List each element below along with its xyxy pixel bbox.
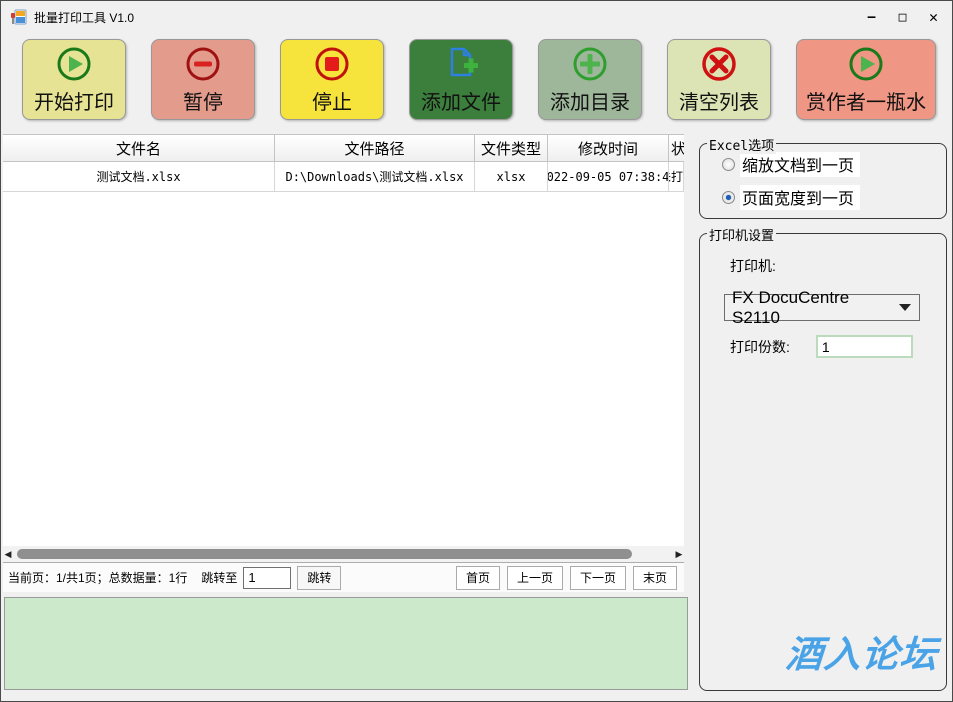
- radio-label: 页面宽度到一页: [740, 185, 860, 210]
- table-empty-area: [3, 192, 684, 546]
- toolbar: 开始打印 暂停 停止 添加文件: [1, 33, 952, 120]
- radio-fit-document[interactable]: 缩放文档到一页: [722, 152, 946, 177]
- jump-button[interactable]: 跳转: [297, 566, 341, 590]
- forum-watermark: 酒入论坛: [784, 624, 940, 678]
- radio-icon[interactable]: [722, 158, 735, 171]
- table-row[interactable]: 测试文档.xlsx D:\Downloads\测试文档.xlsx xlsx 20…: [3, 162, 684, 192]
- column-header-filetype[interactable]: 文件类型: [475, 135, 548, 161]
- file-table: 文件名 文件路径 文件类型 修改时间 状态 测试文档.xlsx D:\Downl…: [3, 134, 684, 592]
- first-page-button[interactable]: 首页: [456, 566, 500, 590]
- window-title: 批量打印工具 V1.0: [34, 9, 134, 26]
- toolbar-button-label: 开始打印: [34, 86, 114, 115]
- maximize-button[interactable]: □: [887, 1, 918, 33]
- radio-fit-width[interactable]: 页面宽度到一页: [722, 185, 946, 210]
- printer-settings-title: 打印机设置: [707, 225, 776, 244]
- copies-input[interactable]: [816, 335, 913, 358]
- toolbar-button-label: 添加文件: [421, 86, 501, 115]
- log-panel: [4, 597, 688, 690]
- circle-x-icon: [700, 45, 738, 83]
- stop-icon: [313, 45, 351, 83]
- close-button[interactable]: ✕: [918, 1, 949, 33]
- jump-page-input[interactable]: [243, 567, 291, 589]
- jump-to-label: 跳转至: [201, 569, 237, 586]
- column-header-status[interactable]: 状态: [669, 135, 684, 161]
- cell-modified: 2022-09-05 07:38:43: [548, 162, 669, 191]
- printer-dropdown[interactable]: FX DocuCentre S2110: [724, 294, 920, 321]
- cell-filetype: xlsx: [475, 162, 548, 191]
- play-icon: [847, 45, 885, 83]
- toolbar-button-label: 添加目录: [550, 86, 630, 115]
- clear-list-button[interactable]: 清空列表: [667, 39, 771, 120]
- copies-row: 打印份数:: [730, 335, 946, 358]
- titlebar: 批量打印工具 V1.0 – □ ✕: [1, 1, 952, 33]
- radio-icon[interactable]: [722, 191, 735, 204]
- radio-label: 缩放文档到一页: [740, 152, 860, 177]
- minimize-button[interactable]: –: [856, 1, 887, 33]
- printer-label: 打印机:: [730, 256, 946, 276]
- last-page-button[interactable]: 末页: [633, 566, 677, 590]
- pause-button[interactable]: 暂停: [151, 39, 255, 120]
- circle-plus-icon: [571, 45, 609, 83]
- copies-label: 打印份数:: [730, 337, 790, 357]
- table-header-row: 文件名 文件路径 文件类型 修改时间 状态: [3, 134, 684, 162]
- page-status-text: 当前页：1/共1页；总数据量：1行: [8, 569, 187, 586]
- app-window: 批量打印工具 V1.0 – □ ✕ 开始打印 暂停: [0, 0, 953, 702]
- start-print-button[interactable]: 开始打印: [22, 39, 126, 120]
- cell-status: 未打印: [669, 162, 684, 191]
- prev-page-button[interactable]: 上一页: [507, 566, 563, 590]
- scroll-right-icon[interactable]: ▶: [674, 549, 684, 560]
- window-controls: – □ ✕: [856, 1, 952, 33]
- cell-filepath: D:\Downloads\测试文档.xlsx: [275, 162, 475, 191]
- excel-options-title: Excel选项: [707, 135, 776, 154]
- column-header-filepath[interactable]: 文件路径: [275, 135, 475, 161]
- add-directory-button[interactable]: 添加目录: [538, 39, 642, 120]
- next-page-button[interactable]: 下一页: [570, 566, 626, 590]
- scrollbar-thumb[interactable]: [17, 549, 632, 559]
- toolbar-button-label: 暂停: [183, 86, 223, 115]
- printer-settings-group: 打印机设置 打印机: FX DocuCentre S2110 打印份数: 酒入论…: [699, 233, 947, 691]
- chevron-down-icon: [899, 304, 911, 311]
- cell-filename: 测试文档.xlsx: [3, 162, 275, 191]
- stop-button[interactable]: 停止: [280, 39, 384, 120]
- horizontal-scrollbar[interactable]: ◀ ▶: [3, 546, 684, 562]
- toolbar-button-label: 赏作者一瓶水: [806, 86, 926, 115]
- pause-minus-icon: [184, 45, 222, 83]
- play-icon: [55, 45, 93, 83]
- excel-options-group: Excel选项 缩放文档到一页 页面宽度到一页: [699, 143, 947, 219]
- scroll-left-icon[interactable]: ◀: [3, 549, 13, 560]
- add-file-button[interactable]: 添加文件: [409, 39, 513, 120]
- toolbar-button-label: 清空列表: [679, 86, 759, 115]
- donate-button[interactable]: 赏作者一瓶水: [796, 39, 936, 120]
- pagination: 首页 上一页 下一页 末页: [456, 566, 679, 590]
- printer-dropdown-value: FX DocuCentre S2110: [732, 288, 899, 328]
- column-header-modified[interactable]: 修改时间: [548, 135, 669, 161]
- scrollbar-track[interactable]: [13, 548, 674, 560]
- statusbar: 当前页：1/共1页；总数据量：1行 跳转至 跳转 首页 上一页 下一页 末页: [3, 562, 684, 592]
- file-plus-icon: [442, 45, 480, 83]
- toolbar-button-label: 停止: [312, 86, 352, 115]
- app-icon: [10, 9, 28, 25]
- column-header-filename[interactable]: 文件名: [3, 135, 275, 161]
